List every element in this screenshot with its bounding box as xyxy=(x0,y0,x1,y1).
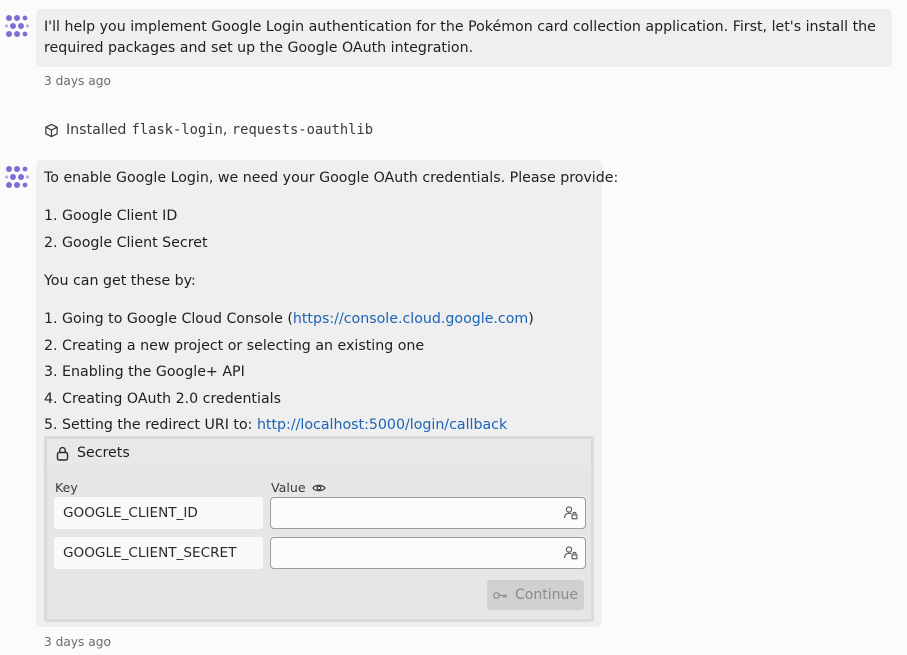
chat-page: I'll help you implement Google Login aut… xyxy=(0,0,907,655)
message-timestamp: 3 days ago xyxy=(44,635,111,649)
person-lock-icon xyxy=(563,545,578,560)
console-link[interactable]: https://console.cloud.google.com xyxy=(293,311,528,327)
secrets-title: Secrets xyxy=(77,445,130,461)
package-name: requests-oauthlib xyxy=(231,122,374,138)
step-item: 5. Setting the redirect URI to: http://l… xyxy=(44,415,507,435)
package-name: flask-login xyxy=(131,122,223,138)
continue-label: Continue xyxy=(515,587,578,603)
message-timestamp: 3 days ago xyxy=(44,74,111,88)
step-text: 1. Going to Google Cloud Console ( xyxy=(44,311,293,327)
step-item: 4. Creating OAuth 2.0 credentials xyxy=(44,391,281,407)
howto-text: You can get these by: xyxy=(44,273,196,289)
secrets-panel: Secrets Key Value GOOGLE_CLIENT_ID GOOGL… xyxy=(44,436,594,622)
assistant-message-bubble: I'll help you implement Google Login aut… xyxy=(36,9,892,67)
value-header-label: Value xyxy=(271,480,306,495)
message-intro: To enable Google Login, we need your Goo… xyxy=(44,170,619,186)
assistant-logo-icon xyxy=(5,165,29,189)
person-lock-icon xyxy=(563,505,578,520)
package-icon xyxy=(44,123,59,138)
install-status: Installed flask-login , requests-oauthli… xyxy=(44,120,373,140)
step-text: ) xyxy=(528,311,534,327)
secrets-header: Secrets xyxy=(47,439,591,467)
value-column-header: Value xyxy=(271,480,326,495)
secret-value-input[interactable] xyxy=(270,537,586,569)
secret-key-cell: GOOGLE_CLIENT_SECRET xyxy=(54,537,263,569)
step-item: 1. Going to Google Cloud Console (https:… xyxy=(44,309,534,329)
assistant-logo-icon xyxy=(5,14,29,38)
lock-icon xyxy=(56,446,69,461)
list-item: 2. Google Client Secret xyxy=(44,235,208,251)
step-text: 5. Setting the redirect URI to: xyxy=(44,417,257,433)
continue-button[interactable]: Continue xyxy=(487,580,584,610)
redirect-uri-link[interactable]: http://localhost:5000/login/callback xyxy=(257,417,507,433)
step-item: 2. Creating a new project or selecting a… xyxy=(44,338,425,354)
key-header-label: Key xyxy=(55,480,78,495)
list-item: 1. Google Client ID xyxy=(44,208,178,224)
secret-value-input[interactable] xyxy=(270,497,586,529)
secret-key-cell: GOOGLE_CLIENT_ID xyxy=(54,497,263,529)
eye-icon[interactable] xyxy=(311,483,326,493)
package-separator: , xyxy=(222,122,232,138)
key-icon xyxy=(493,591,508,600)
assistant-message-text: I'll help you implement Google Login aut… xyxy=(44,19,876,56)
key-column-header: Key xyxy=(55,480,78,495)
install-prefix: Installed xyxy=(66,122,127,138)
step-item: 3. Enabling the Google+ API xyxy=(44,364,245,380)
assistant-message-bubble: To enable Google Login, we need your Goo… xyxy=(36,160,618,627)
